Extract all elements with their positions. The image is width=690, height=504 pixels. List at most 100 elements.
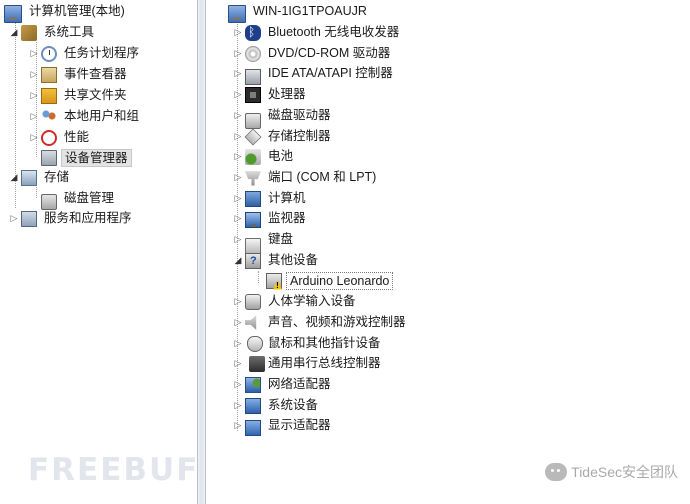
device-category-11[interactable]: ◢ 其他设备 [233, 251, 321, 271]
sound-icon [245, 315, 257, 330]
tree-item-task-scheduler[interactable]: ▷ 任务计划程序 [29, 44, 142, 63]
usb-icon [249, 355, 265, 372]
expanded-arrow-icon[interactable]: ◢ [9, 23, 19, 42]
device-category-label: 监视器 [268, 211, 306, 225]
device-category-16[interactable]: ▷ 网络适配器 [233, 375, 334, 394]
collapsed-arrow-icon[interactable]: ▷ [29, 128, 39, 147]
tidesec-watermark: TideSec安全团队 [545, 462, 678, 482]
device-category-label: 键盘 [268, 232, 294, 246]
device-category-label: DVD/CD-ROM 驱动器 [268, 46, 391, 60]
collapsed-arrow-icon[interactable]: ▷ [233, 189, 243, 208]
tree-root-computer-management[interactable]: 计算机管理(本地) [2, 2, 128, 23]
tree-item-services-apps[interactable]: ▷ 服务和应用程序 [9, 209, 135, 228]
tree-item-event-viewer[interactable]: ▷ 事件查看器 [29, 65, 130, 84]
storage-controller-icon [244, 128, 262, 145]
collapsed-arrow-icon[interactable]: ▷ [233, 23, 243, 42]
collapsed-arrow-icon[interactable]: ▷ [233, 85, 243, 104]
device-category-18[interactable]: ▷ 显示适配器 [233, 416, 334, 436]
device-category-label: 计算机 [268, 191, 306, 205]
tree-item-disk-management[interactable]: 磁盘管理 [29, 189, 117, 210]
device-category-3[interactable]: ▷ 处理器 [233, 85, 309, 104]
device-category-label: 鼠标和其他指针设备 [268, 336, 381, 350]
device-category-1[interactable]: ▷ DVD/CD-ROM 驱动器 [233, 44, 393, 63]
device-category-14[interactable]: ▷ 鼠标和其他指针设备 [233, 334, 384, 353]
services-apps-icon [21, 210, 37, 227]
device-category-2[interactable]: ▷ IDE ATA/ATAPI 控制器 [233, 64, 396, 85]
device-category-12[interactable]: ▷ 人体学输入设备 [233, 292, 359, 311]
expanded-arrow-icon[interactable]: ◢ [9, 168, 19, 187]
device-arduino-leonardo[interactable]: Arduino Leonardo [254, 271, 394, 290]
device-tree-root[interactable]: WIN-1IG1TPOAUJR [226, 2, 370, 23]
device-category-label: IDE ATA/ATAPI 控制器 [268, 66, 393, 80]
device-category-13[interactable]: ▷ 声音、视频和游戏控制器 [233, 313, 409, 332]
wechat-icon [545, 463, 568, 481]
device-category-6[interactable]: ▷ 电池 [233, 147, 296, 166]
device-category-label: 端口 (COM 和 LPT) [268, 170, 377, 184]
collapsed-arrow-icon[interactable]: ▷ [233, 168, 243, 187]
expanded-arrow-icon[interactable]: ◢ [233, 251, 243, 270]
collapsed-arrow-icon[interactable]: ▷ [233, 147, 243, 166]
collapsed-arrow-icon[interactable]: ▷ [233, 313, 243, 332]
tree-item-performance[interactable]: ▷ 性能 [29, 128, 92, 147]
pane-splitter[interactable] [198, 0, 206, 504]
device-category-label: 磁盘驱动器 [268, 108, 331, 122]
mouse-icon [247, 335, 263, 352]
collapsed-arrow-icon[interactable]: ▷ [233, 375, 243, 394]
device-category-8[interactable]: ▷ 计算机 [233, 189, 309, 208]
collapsed-arrow-icon[interactable]: ▷ [233, 230, 243, 249]
device-manager-icon [41, 149, 57, 166]
device-category-5[interactable]: ▷ 存储控制器 [233, 127, 334, 146]
device-category-label: 通用串行总线控制器 [268, 356, 381, 370]
port-icon [245, 171, 261, 186]
tree-item-system-tools[interactable]: ◢ 系统工具 [9, 23, 97, 42]
collapsed-arrow-icon[interactable]: ▷ [233, 64, 243, 83]
collapsed-arrow-icon[interactable]: ▷ [233, 416, 243, 435]
tree-item-storage[interactable]: ◢ 存储 [9, 168, 72, 187]
system-tools-icon [21, 24, 37, 41]
collapsed-arrow-icon[interactable]: ▷ [29, 107, 39, 126]
device-category-label: 人体学输入设备 [268, 294, 356, 308]
device-category-9[interactable]: ▷ 监视器 [233, 209, 309, 228]
collapsed-arrow-icon[interactable]: ▷ [233, 354, 243, 373]
device-category-0[interactable]: ▷ Bluetooth 无线电收发器 [233, 23, 402, 42]
collapsed-arrow-icon[interactable]: ▷ [233, 127, 243, 146]
device-category-15[interactable]: ▷ 通用串行总线控制器 [233, 354, 384, 373]
device-category-label: 声音、视频和游戏控制器 [268, 315, 406, 329]
tree-item-device-manager[interactable]: 设备管理器 [29, 148, 132, 167]
collapsed-arrow-icon[interactable]: ▷ [29, 44, 39, 63]
device-tree-pane: WIN-1IG1TPOAUJR ▷ Bluetooth 无线电收发器 ▷ DVD/CD… [206, 0, 690, 504]
console-tree-pane: 计算机管理(本地) ◢ 系统工具 ▷ 任务计划程序 ▷ 事件查看器 ▷ 共享文件… [0, 0, 198, 504]
device-category-10[interactable]: ▷ 键盘 [233, 230, 296, 254]
device-category-7[interactable]: ▷ 端口 (COM 和 LPT) [233, 168, 379, 187]
collapsed-arrow-icon[interactable]: ▷ [233, 292, 243, 311]
computer-management-icon [4, 4, 22, 23]
device-category-label: 处理器 [268, 87, 306, 101]
computer-icon [228, 4, 246, 23]
hid-icon [245, 293, 261, 310]
device-category-4[interactable]: ▷ 磁盘驱动器 [233, 106, 334, 129]
collapsed-arrow-icon[interactable]: ▷ [9, 209, 19, 228]
device-category-label: 网络适配器 [268, 377, 331, 391]
network-adapter-icon [245, 376, 261, 393]
tree-item-local-users[interactable]: ▷ 本地用户和组 [29, 107, 142, 126]
computer-icon [245, 190, 261, 207]
device-category-label: 电池 [268, 149, 294, 163]
bluetooth-icon [245, 24, 261, 41]
device-warning-icon [266, 272, 282, 289]
device-category-17[interactable]: ▷ 系统设备 [233, 396, 321, 415]
ide-controller-icon [245, 68, 261, 85]
collapsed-arrow-icon[interactable]: ▷ [29, 86, 39, 105]
collapsed-arrow-icon[interactable]: ▷ [29, 65, 39, 84]
device-category-label: Bluetooth 无线电收发器 [268, 25, 400, 39]
collapsed-arrow-icon[interactable]: ▷ [233, 209, 243, 228]
local-users-icon [41, 108, 57, 125]
device-category-label: 其他设备 [268, 253, 319, 267]
tree-item-shared-folders[interactable]: ▷ 共享文件夹 [29, 86, 130, 105]
system-devices-icon [245, 397, 261, 414]
collapsed-arrow-icon[interactable]: ▷ [233, 396, 243, 415]
task-scheduler-icon [41, 45, 57, 62]
disk-management-icon [41, 193, 57, 210]
collapsed-arrow-icon[interactable]: ▷ [233, 106, 243, 125]
collapsed-arrow-icon[interactable]: ▷ [233, 44, 243, 63]
collapsed-arrow-icon[interactable]: ▷ [233, 334, 243, 353]
